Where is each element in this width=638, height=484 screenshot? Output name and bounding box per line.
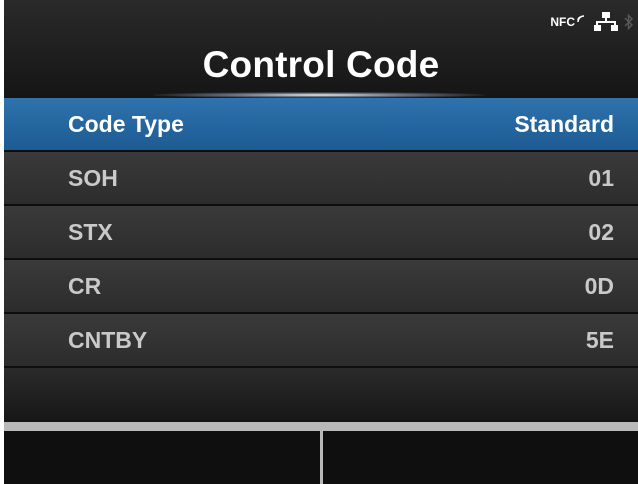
list-item-code-type[interactable]: Code Type Standard [4, 98, 638, 152]
list-item-label: CR [68, 273, 102, 299]
softkey-bar [4, 422, 638, 484]
settings-list: Code Type Standard SOH 01 STX 02 CR 0D C… [4, 98, 638, 368]
list-item-label: CNTBY [68, 327, 148, 353]
list-item-cntby[interactable]: CNTBY 5E [4, 314, 638, 368]
list-item-label: SOH [68, 165, 118, 191]
list-item-stx[interactable]: STX 02 [4, 206, 638, 260]
nfc-label: NFC [550, 15, 575, 29]
list-item-cr[interactable]: CR 0D [4, 260, 638, 314]
list-empty-area [4, 368, 638, 422]
list-item-soh[interactable]: SOH 01 [4, 152, 638, 206]
status-icons: NFC [550, 12, 634, 32]
printer-screen: NFC Control Code Code Type Standard SOH … [4, 0, 638, 484]
list-item-value: 01 [588, 165, 614, 191]
list-item-label: Code Type [68, 111, 184, 137]
list-item-label: STX [68, 219, 113, 245]
page-title: Control Code [202, 44, 440, 85]
bluetooth-icon [624, 13, 633, 31]
softkey-right[interactable] [322, 422, 638, 484]
nfc-icon: NFC [550, 15, 588, 29]
softkey-left[interactable] [4, 422, 323, 484]
list-item-value: 0D [584, 273, 614, 299]
network-icon [594, 12, 618, 31]
header: NFC Control Code [4, 0, 638, 98]
wireless-waves-icon [577, 15, 585, 23]
list-item-value: 5E [585, 327, 614, 353]
list-item-value: 02 [588, 219, 614, 245]
list-item-value: Standard [514, 111, 614, 137]
